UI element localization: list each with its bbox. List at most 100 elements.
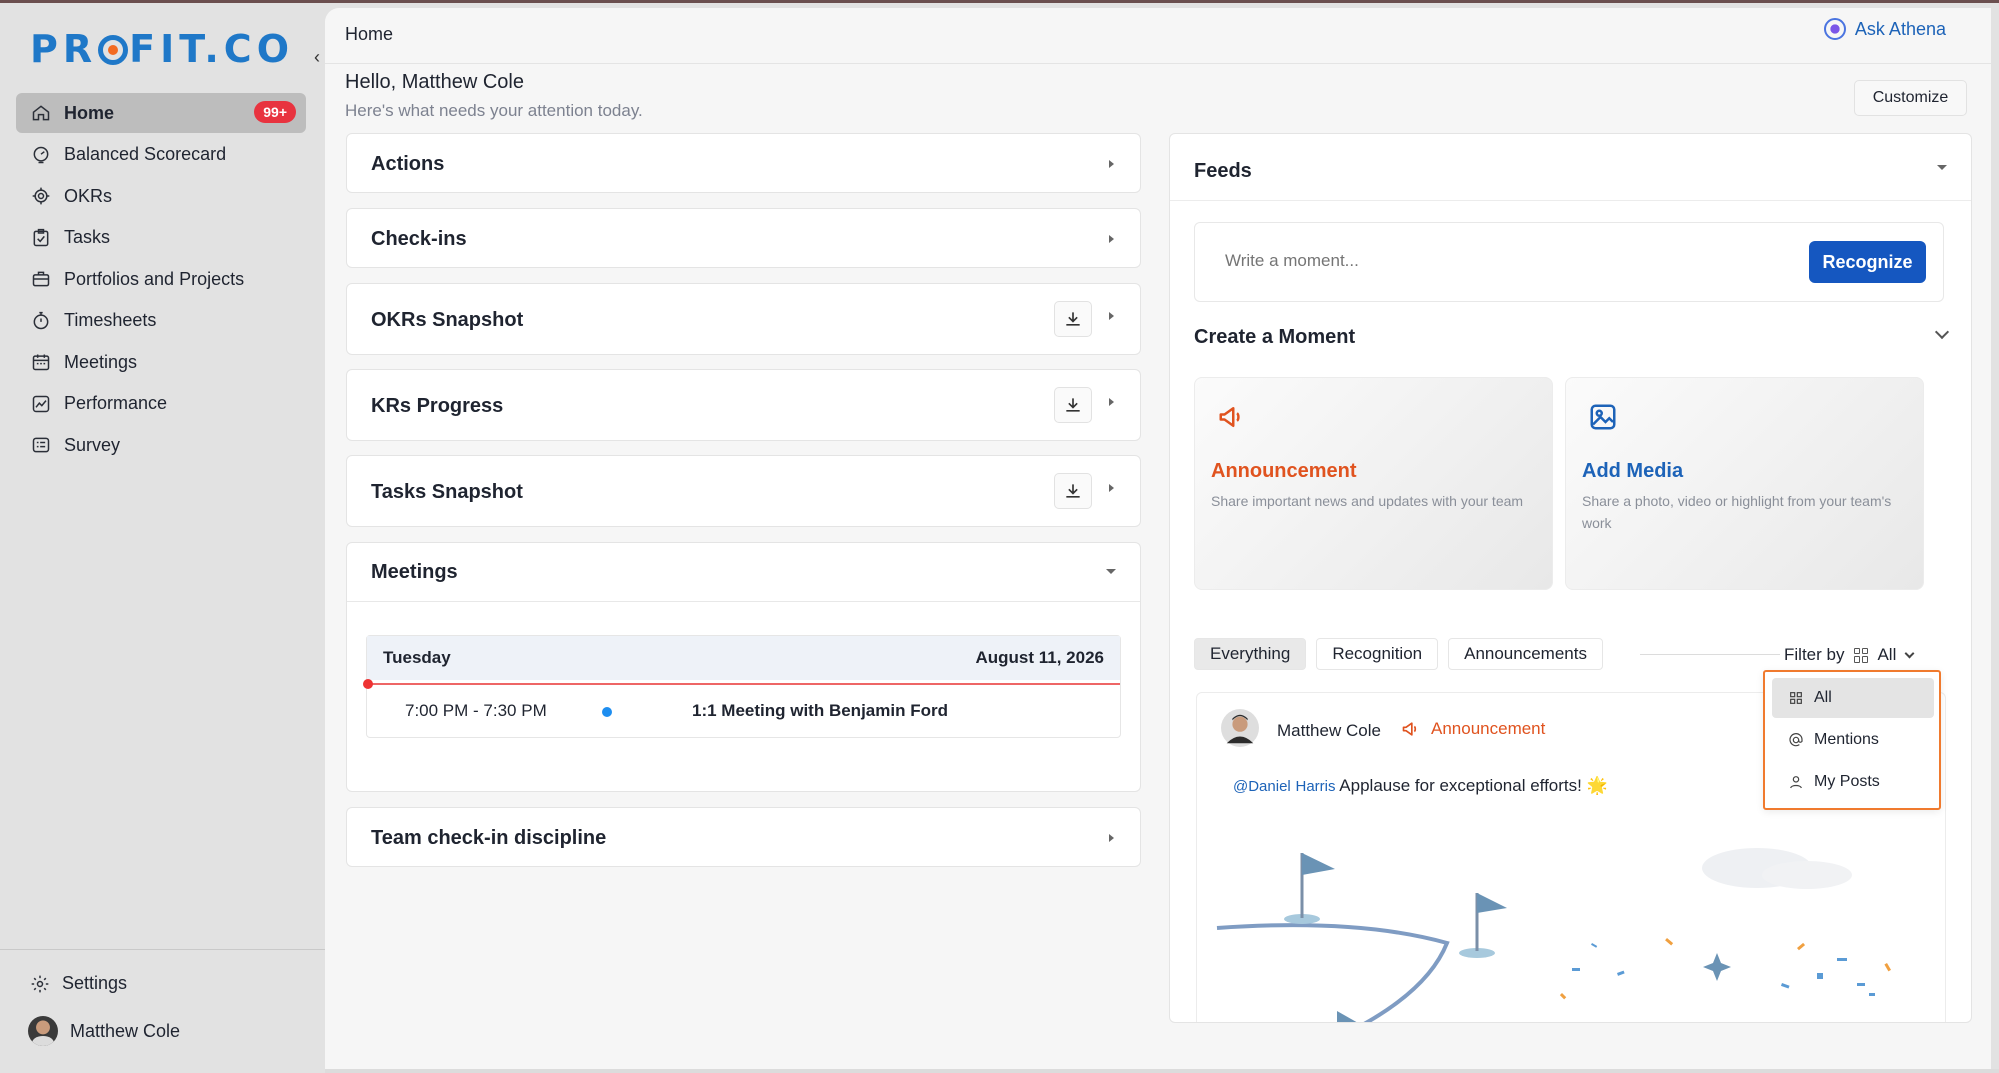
card-title: KRs Progress xyxy=(371,395,504,417)
expand-caret-icon[interactable] xyxy=(1109,235,1114,243)
logo-text-start: PR xyxy=(30,27,98,71)
briefcase-icon xyxy=(30,268,52,290)
filter-option-label: All xyxy=(1814,689,1832,706)
avatar xyxy=(28,1016,58,1046)
collapse-sidebar-icon[interactable]: ‹ xyxy=(314,47,320,68)
announcement-description: Share important news and updates with yo… xyxy=(1211,493,1524,509)
sidebar-item-timesheets[interactable]: Timesheets xyxy=(16,301,306,341)
header-divider xyxy=(325,63,1991,64)
sidebar-item-balanced-scorecard[interactable]: Balanced Scorecard xyxy=(16,135,306,175)
breadcrumb[interactable]: Home xyxy=(345,24,393,45)
feeds-panel: Feeds Recognize Create a Moment Announce… xyxy=(1169,133,1972,1023)
sidebar-divider xyxy=(0,949,325,950)
sidebar-item-label: Timesheets xyxy=(64,310,157,330)
expand-caret-icon[interactable] xyxy=(1109,312,1114,320)
profitco-logo[interactable]: PR FIT.CO xyxy=(30,27,294,71)
sidebar-item-home[interactable]: Home 99+ xyxy=(16,93,306,133)
expand-caret-icon[interactable] xyxy=(1109,484,1114,492)
main-content: Home Ask Athena Hello, Matthew Cole Here… xyxy=(325,8,1991,1070)
post-text: Applause for exceptional efforts! 🌟 xyxy=(1339,776,1608,795)
card-title: Team check-in discipline xyxy=(371,827,607,849)
filter-label: Filter by xyxy=(1784,645,1845,664)
ask-athena-label: Ask Athena xyxy=(1854,18,1946,39)
meeting-status-dot xyxy=(602,707,612,717)
okrs-snapshot-card[interactable]: OKRs Snapshot xyxy=(346,283,1141,355)
chevron-down-icon xyxy=(1904,648,1915,658)
add-media-description: Share a photo, video or highlight from y… xyxy=(1582,493,1892,531)
sidebar-item-meetings[interactable]: Meetings xyxy=(16,342,306,382)
sidebar-item-okrs[interactable]: OKRs xyxy=(16,176,306,216)
actions-card[interactable]: Actions xyxy=(346,133,1141,193)
add-media-card[interactable]: Add Media Share a photo, video or highli… xyxy=(1565,377,1924,590)
expand-caret-icon[interactable] xyxy=(1109,160,1114,168)
user-name: Matthew Cole xyxy=(70,1020,181,1041)
ai-assistant-icon xyxy=(1823,18,1846,40)
card-title: Check-ins xyxy=(371,228,467,250)
page-subtitle: Here's what needs your attention today. xyxy=(345,101,643,120)
post-type-label: Announcement xyxy=(1401,719,1545,739)
download-icon xyxy=(1066,484,1080,498)
post-author[interactable]: Matthew Cole xyxy=(1277,721,1381,741)
sidebar-nav: Home 99+ Balanced Scorecard OKRs Tasks P… xyxy=(16,93,306,467)
sidebar-item-label: Home xyxy=(64,102,115,123)
avatar xyxy=(1221,709,1259,747)
download-button[interactable] xyxy=(1054,301,1092,337)
moment-input[interactable] xyxy=(1225,251,1765,271)
card-title: OKRs Snapshot xyxy=(371,309,524,331)
schedule-date: August 11, 2026 xyxy=(975,648,1104,667)
sidebar-item-survey[interactable]: Survey xyxy=(16,425,306,465)
filter-option-all[interactable]: All xyxy=(1772,678,1934,718)
checkins-card[interactable]: Check-ins xyxy=(346,208,1141,268)
filter-option-label: My Posts xyxy=(1814,773,1880,790)
expand-caret-icon[interactable] xyxy=(1109,398,1114,406)
stopwatch-icon xyxy=(30,310,52,332)
tasks-snapshot-card[interactable]: Tasks Snapshot xyxy=(346,455,1141,527)
ask-athena-button[interactable]: Ask Athena xyxy=(1823,18,1946,40)
mention-link[interactable]: @Daniel xyxy=(1233,778,1291,795)
team-checkin-card[interactable]: Team check-in discipline xyxy=(346,807,1141,867)
sidebar-item-tasks[interactable]: Tasks xyxy=(16,218,306,258)
chevron-down-icon[interactable] xyxy=(1934,324,1950,340)
gear-icon xyxy=(31,975,49,992)
sidebar-item-performance[interactable]: Performance xyxy=(16,384,306,424)
sidebar-item-portfolios[interactable]: Portfolios and Projects xyxy=(16,259,306,299)
announcement-card[interactable]: Announcement Share important news and up… xyxy=(1194,377,1553,590)
feeds-title: Feeds xyxy=(1194,160,1252,182)
meeting-row[interactable]: 7:00 PM - 7:30 PM 1:1 Meeting with Benja… xyxy=(367,685,1120,737)
user-profile[interactable]: Matthew Cole xyxy=(28,1016,180,1046)
tab-everything[interactable]: Everything xyxy=(1194,638,1307,670)
download-icon xyxy=(1066,398,1080,412)
sidebar-item-label: Survey xyxy=(64,434,121,455)
filter-value: All xyxy=(1877,645,1897,664)
trend-chart-icon xyxy=(30,393,52,415)
expand-caret-icon[interactable] xyxy=(1109,834,1114,842)
download-icon xyxy=(1066,312,1080,326)
download-button[interactable] xyxy=(1054,473,1092,509)
recognize-button[interactable]: Recognize xyxy=(1809,241,1926,283)
user-icon xyxy=(1790,776,1802,789)
logo-text-end: FIT.CO xyxy=(129,27,294,71)
card-divider xyxy=(347,601,1140,602)
tab-recognition[interactable]: Recognition xyxy=(1316,638,1439,670)
logo-target-icon xyxy=(98,35,129,65)
mention-link-lastname[interactable]: Harris xyxy=(1296,778,1336,795)
collapse-caret-icon[interactable] xyxy=(1937,165,1947,170)
card-title: Actions xyxy=(371,153,445,175)
collapse-caret-icon[interactable] xyxy=(1106,569,1116,574)
sidebar-item-settings[interactable]: Settings xyxy=(30,973,127,994)
tabs-divider xyxy=(1640,654,1780,655)
download-button[interactable] xyxy=(1054,387,1092,423)
krs-progress-card[interactable]: KRs Progress xyxy=(346,369,1141,441)
filter-option-mentions[interactable]: Mentions xyxy=(1772,720,1934,760)
grid-icon xyxy=(1854,647,1869,663)
filter-option-my-posts[interactable]: My Posts xyxy=(1772,762,1934,802)
post-type-text: Announcement xyxy=(1431,719,1546,738)
grid-icon xyxy=(1790,692,1802,704)
add-media-title: Add Media xyxy=(1582,460,1684,482)
schedule-day: Tuesday xyxy=(383,648,451,667)
customize-button[interactable]: Customize xyxy=(1854,80,1967,116)
card-title: Tasks Snapshot xyxy=(371,481,523,503)
tab-announcements[interactable]: Announcements xyxy=(1448,638,1603,670)
megaphone-icon xyxy=(1402,722,1417,736)
filter-dropdown[interactable]: Filter by All xyxy=(1784,645,1915,665)
